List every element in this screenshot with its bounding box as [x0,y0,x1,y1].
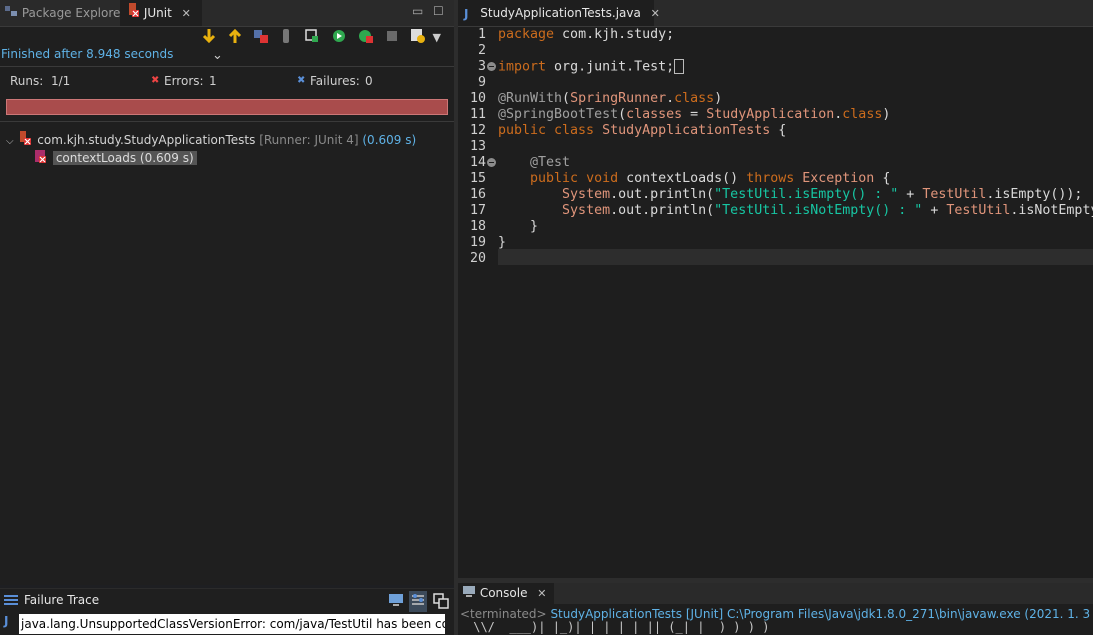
fold-icon[interactable] [487,158,496,167]
code-line: package com.kjh.study; [498,27,675,42]
code-line: @RunWith(SpringRunner.class) [498,91,723,106]
code-line: System.out.println("TestUtil.isNotEmpty(… [562,203,1093,218]
current-line-highlight [498,249,1093,265]
line-number: 16 [469,187,486,202]
java-file-icon: J [464,6,469,21]
rerun-failures-icon[interactable] [357,27,375,48]
code-line: @SpringBootTest(classes = StudyApplicati… [498,107,891,122]
junit-counters: Runs: 1/1 ✖ Errors: 1 ✖ Failures: 0 [0,66,454,93]
console-icon [462,583,476,604]
line-number: 20 [469,251,486,266]
editor-tabbar: J StudyApplicationTests.java ✕ [458,0,1093,27]
stop-icon[interactable] [383,27,401,48]
compare-icon[interactable] [388,593,404,610]
fold-icon[interactable] [487,62,496,71]
close-icon[interactable]: ✕ [537,587,546,600]
code-line: System.out.println("TestUtil.isEmpty() :… [562,187,1083,202]
line-number: 9 [477,75,486,90]
filter-stack-icon[interactable] [409,591,427,612]
code-editor[interactable]: 1 package com.kjh.study; 2 3 import org.… [458,27,1093,578]
tree-test-row[interactable]: contextLoads (0.609 s) [33,148,197,166]
failure-trace-title: Failure Trace [24,593,100,607]
test-label: contextLoads (0.609 s) [52,151,197,165]
package-explorer-icon [4,1,18,27]
junit-status: Finished after 8.948 seconds [1,47,174,61]
line-number: 14 [469,155,486,170]
line-number: 13 [469,139,486,154]
tab-junit-label: JUnit [143,6,172,20]
tab-editor-file[interactable]: J StudyApplicationTests.java ✕ [458,0,660,26]
divider [0,121,454,122]
junit-view: Package Explorer JUnit ✕ ▭ ☐ ▼ ⌄ Finishe… [0,0,454,585]
show-failures-only-icon[interactable] [252,27,270,48]
editor-area: J StudyApplicationTests.java ✕ 1 package… [458,0,1093,578]
maximize-icon[interactable]: ☐ [433,4,444,18]
editor-tab-label: StudyApplicationTests.java [480,6,641,20]
errors-value: 1 [209,74,217,88]
test-error-icon [33,148,49,169]
code-line: } [498,219,539,234]
tab-package-explorer-label: Package Explorer [21,6,126,20]
failure-icon: ✖ [297,75,306,86]
code-line: public void contextLoads() throws Except… [530,171,891,186]
next-failure-icon[interactable] [200,27,218,48]
test-run-history-icon[interactable] [409,27,427,48]
line-number: 18 [469,219,486,234]
tab-package-explorer[interactable]: Package Explorer [0,0,125,27]
junit-icon [126,1,140,27]
runs-value: 1/1 [51,74,71,88]
console-status-text: StudyApplicationTests [JUnit] C:\Program… [550,607,1093,621]
rerun-test-icon[interactable] [331,27,349,48]
close-icon[interactable]: ✕ [182,7,191,20]
console-view: Console ✕ <terminated> StudyApplicationT… [458,583,1093,635]
java-stack-icon: J [4,614,9,628]
history-icon[interactable] [303,27,321,48]
junit-toolbar: ▼ ⌄ [200,27,454,63]
tree-suite-row[interactable]: ⌵ com.kjh.study.StudyApplicationTests [R… [6,130,416,148]
copy-trace-icon[interactable] [433,593,449,612]
chevron-down-icon[interactable]: ⌵ [6,136,14,147]
console-tab-label: Console [479,586,528,600]
runs-label: Runs: [10,74,44,88]
console-output: \\/ ___)| |_)| | | | | || (_| | ) ) ) ) [466,620,770,634]
line-number: 15 [469,171,486,186]
minimize-icon[interactable]: ▭ [412,4,423,18]
line-number: 10 [469,91,486,106]
close-icon[interactable]: ✕ [651,7,660,20]
code-line: public class StudyApplicationTests { [498,123,787,138]
line-number: 2 [477,43,486,58]
console-tabbar: Console ✕ [458,583,1093,604]
line-number: 12 [469,123,486,138]
scroll-lock-icon[interactable] [277,27,295,48]
view-menu-icon[interactable]: ⌄ [212,48,223,63]
line-number: 1 [477,27,486,42]
line-number: 19 [469,235,486,250]
error-icon: ✖ [151,75,160,86]
suite-runner: [Runner: JUnit 4] [259,133,359,147]
failure-trace-message[interactable]: java.lang.UnsupportedClassVersionError: … [19,614,445,634]
list-icon [4,593,18,610]
tab-junit[interactable]: JUnit ✕ [120,0,202,26]
errors-label: Errors: [164,74,204,88]
line-number: 17 [469,203,486,218]
failures-label: Failures: [310,74,360,88]
failure-trace-view: Failure Trace J java.lang.UnsupportedCla… [0,588,454,635]
tab-console[interactable]: Console ✕ [458,583,554,604]
code-line: import org.junit.Test; [498,59,685,75]
test-suite-error-icon [17,130,33,151]
previous-failure-icon[interactable] [226,27,244,48]
line-number: 11 [469,107,486,122]
left-tabbar: Package Explorer JUnit ✕ ▭ ☐ [0,0,454,27]
line-number: 3 [477,59,486,74]
code-line: } [498,235,507,250]
code-line: @Test [530,155,571,170]
suite-time: (0.609 s) [362,133,417,147]
chevron-down-icon[interactable]: ▼ [432,31,440,44]
failures-value: 0 [365,74,373,88]
suite-name: com.kjh.study.StudyApplicationTests [37,133,256,147]
progress-bar [6,99,448,115]
console-terminated: <terminated> [460,607,547,621]
